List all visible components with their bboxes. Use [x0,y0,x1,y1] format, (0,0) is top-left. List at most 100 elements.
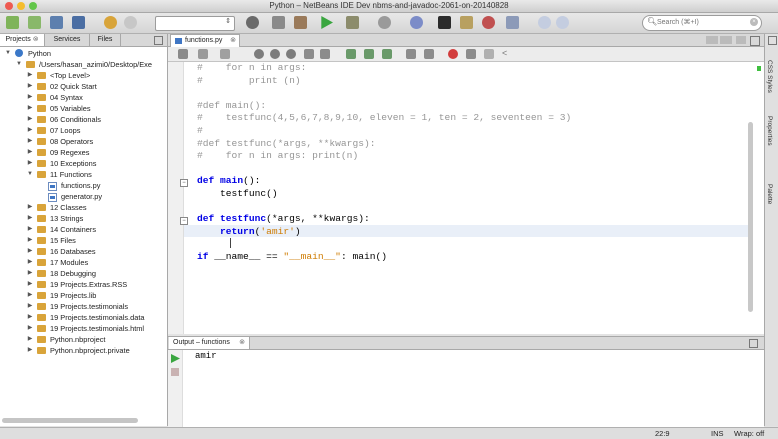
tab-functions-py[interactable]: functions.py ⊗ [170,34,240,47]
tree-item[interactable]: ▼ /Users/hasan_azimi0/Desktop/Exe [0,59,167,70]
collapsed-toggle-icon[interactable]: ▶ [26,290,34,301]
maximize-icon[interactable] [768,36,777,45]
close-icon[interactable]: ⊗ [230,35,236,47]
tree-item[interactable]: ▶ 04 Syntax [0,92,167,103]
collapsed-toggle-icon[interactable]: ▶ [26,202,34,213]
toggle-rectangular-selection-icon[interactable] [320,49,330,59]
new-file-icon[interactable] [28,16,41,29]
expanded-toggle-icon[interactable]: ▼ [4,48,12,59]
collapsed-toggle-icon[interactable]: ▶ [26,246,34,257]
shift-line-right-icon[interactable] [424,49,434,59]
collapsed-toggle-icon[interactable]: ▶ [26,235,34,246]
find-selection-icon[interactable] [254,49,264,59]
previous-bookmark-icon[interactable] [346,49,356,59]
redo-icon[interactable] [124,16,137,29]
debug-project-icon[interactable] [346,16,359,29]
collapsed-toggle-icon[interactable]: ▶ [26,114,34,125]
collapsed-toggle-icon[interactable]: ▶ [26,312,34,323]
tree-item[interactable]: ▶ 14 Containers [0,224,167,235]
tree-item[interactable]: ▶ 08 Operators [0,136,167,147]
collapsed-toggle-icon[interactable]: ▶ [26,147,34,158]
tree-item[interactable]: ▼ Python [0,48,167,59]
tree-item[interactable]: ▶ 19 Projects.testimonials.html [0,323,167,334]
tree-item[interactable]: ▶ 12 Classes [0,202,167,213]
tree-item[interactable]: ▶ 18 Debugging [0,268,167,279]
build-hammer-icon[interactable] [272,16,285,29]
history-icon[interactable] [198,49,208,59]
tab-files[interactable]: Files [90,34,121,46]
tree-item[interactable]: ▶ 19 Projects.lib [0,290,167,301]
back-arrow-icon[interactable] [538,16,551,29]
stop-macro-recording-icon[interactable] [466,49,476,59]
collapsed-toggle-icon[interactable]: ▶ [26,158,34,169]
tree-item[interactable]: ▶ 05 Variables [0,103,167,114]
collapsed-toggle-icon[interactable]: ▶ [26,224,34,235]
tree-item[interactable]: functions.py [0,180,167,191]
horizontal-scrollbar[interactable] [2,418,138,423]
undo-icon[interactable] [104,16,117,29]
tree-item[interactable]: ▶ <Top Level> [0,70,167,81]
scroll-tabs-right-icon[interactable] [720,36,732,44]
open-project-icon[interactable] [50,16,63,29]
palette-tab[interactable]: Palette [766,184,773,204]
tree-item[interactable]: ▶ 19 Projects.testimonials.data [0,312,167,323]
tree-item[interactable]: ▶ 19 Projects.testimonials [0,301,167,312]
profile-project-icon[interactable] [378,16,391,29]
find-previous-icon[interactable] [270,49,280,59]
tab-output-functions[interactable]: Output – functions ⊗ [169,337,250,349]
find-next-icon[interactable] [286,49,296,59]
collapsed-toggle-icon[interactable]: ▶ [26,70,34,81]
tree-item[interactable]: ▶ 19 Projects.Extras.RSS [0,279,167,290]
minimize-panel-icon[interactable] [749,339,758,348]
new-project-icon[interactable] [6,16,19,29]
expanded-toggle-icon[interactable]: ▼ [26,169,34,180]
vertical-scrollbar[interactable] [748,122,753,312]
close-icon[interactable]: ⊗ [33,36,39,43]
css-styles-tab[interactable]: CSS Styles [766,60,773,93]
tree-item[interactable]: ▶ 10 Exceptions [0,158,167,169]
collapsed-toggle-icon[interactable]: ▶ [26,81,34,92]
collapsed-toggle-icon[interactable]: ▶ [26,103,34,114]
run-project-icon[interactable] [321,16,333,29]
fold-collapse-icon[interactable]: − [180,217,188,225]
collapsed-toggle-icon[interactable]: ▶ [26,92,34,103]
configuration-select[interactable]: ⇕ [155,16,235,31]
tree-item[interactable]: ▶ 15 Files [0,235,167,246]
source-view-icon[interactable] [178,49,188,59]
collapsed-toggle-icon[interactable]: ▶ [26,301,34,312]
fold-collapse-icon[interactable]: − [180,179,188,187]
collapsed-toggle-icon[interactable]: ▶ [26,136,34,147]
tree-item[interactable]: generator.py [0,191,167,202]
line-gutter[interactable] [168,62,184,334]
tree-item[interactable]: ▶ 02 Quick Start [0,81,167,92]
code-editor[interactable]: − − # for n in args: # print (n) #def main… [168,62,764,334]
maximize-editor-icon[interactable] [750,36,760,46]
collapsed-toggle-icon[interactable]: ▶ [26,257,34,268]
collapsed-toggle-icon[interactable]: ▶ [26,279,34,290]
save-all-icon[interactable] [72,16,85,29]
tab-projects[interactable]: Projects ⊗ [0,34,45,46]
tree-item[interactable]: ▶ Python.nbproject.private [0,345,167,356]
next-bookmark-icon[interactable] [364,49,374,59]
chevron-left-icon[interactable]: < [502,48,507,58]
shift-line-left-icon[interactable] [406,49,416,59]
collapsed-toggle-icon[interactable]: ▶ [26,213,34,224]
tree-item[interactable]: ▶ 06 Conditionals [0,114,167,125]
clean-build-icon[interactable] [294,16,307,29]
php-icon[interactable] [410,16,423,29]
tree-item[interactable]: ▶ 07 Loops [0,125,167,136]
collapsed-toggle-icon[interactable]: ▶ [26,268,34,279]
close-icon[interactable]: ⊗ [239,337,245,349]
stop-icon[interactable] [171,368,179,376]
minimize-panel-icon[interactable] [154,36,163,45]
clean-build-globe-icon[interactable] [246,16,259,29]
clear-search-icon[interactable]: × [750,18,758,26]
collapsed-toggle-icon[interactable]: ▶ [26,323,34,334]
toggle-highlight-icon[interactable] [304,49,314,59]
tree-item[interactable]: ▶ 16 Databases [0,246,167,257]
comment-icon[interactable] [484,49,494,59]
collapsed-toggle-icon[interactable]: ▶ [26,334,34,345]
tree-item[interactable]: ▶ 17 Modules [0,257,167,268]
collapsed-toggle-icon[interactable]: ▶ [26,125,34,136]
back-history-icon[interactable] [220,49,230,59]
